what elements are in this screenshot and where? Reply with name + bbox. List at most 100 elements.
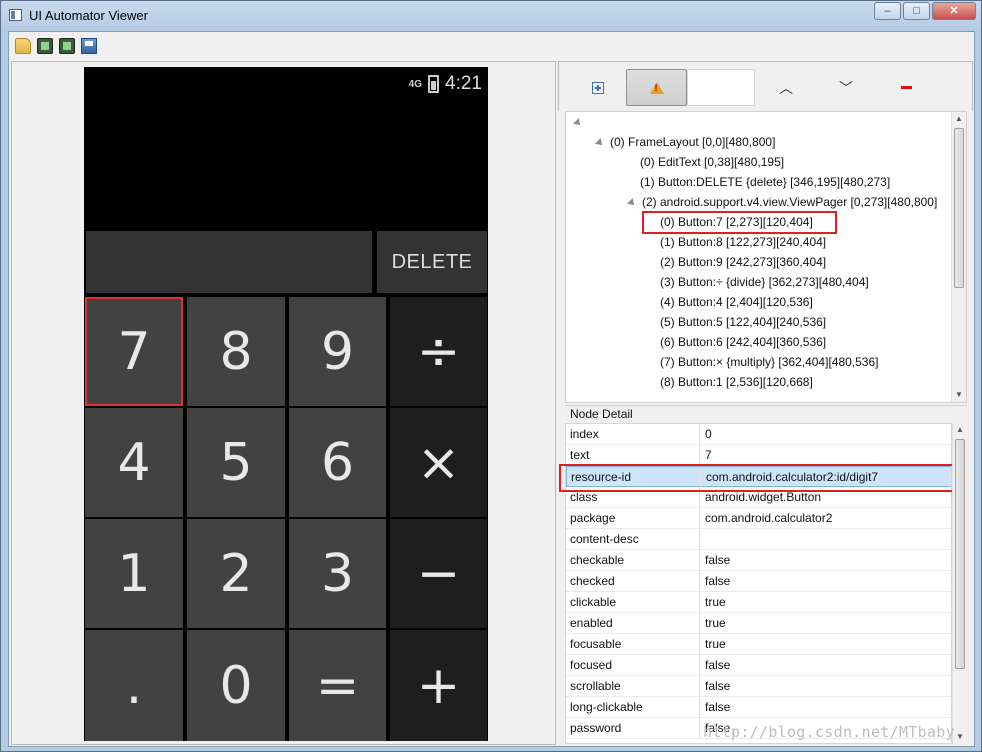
tree-scrollbar[interactable]: ▲ ▼ [951, 112, 966, 402]
detail-value: false [699, 550, 730, 570]
tree-node[interactable]: (5) Button:5 [122,404][240,536] [648, 312, 826, 332]
detail-row[interactable]: enabled true [566, 613, 951, 634]
detail-key: focusable [570, 637, 622, 651]
expand-all-button[interactable] [587, 69, 609, 106]
tree-node[interactable]: (0) EditText [0,38][480,195] [628, 152, 784, 172]
formula-field[interactable] [86, 231, 372, 293]
expander-icon[interactable] [595, 137, 605, 148]
next-node-button[interactable]: ﹀ [835, 69, 857, 106]
open-icon[interactable] [15, 38, 31, 54]
device-screenshot-compressed-icon[interactable] [59, 38, 75, 54]
tree-node[interactable]: (1) Button:DELETE {delete} [346,195][480… [628, 172, 890, 192]
tree-node[interactable]: (2) Button:9 [242,273][360,404] [648, 252, 826, 272]
detail-key: password [570, 721, 622, 735]
hierarchy-toolbar: ︿ ﹀ [558, 61, 973, 111]
clear-button[interactable] [895, 69, 917, 106]
key-14[interactable]: = [289, 630, 386, 741]
tree-node-label: (2) android.support.v4.view.ViewPager [0… [642, 195, 938, 209]
detail-row[interactable]: content-desc [566, 529, 951, 550]
hierarchy-tree[interactable]: (0) FrameLayout [0,0][480,800] (0) EditTe… [565, 111, 967, 403]
window-controls: – □ ✕ [874, 2, 976, 20]
watermark: http://blog.csdn.net/MTbaby [703, 723, 955, 741]
key-9[interactable]: 2 [187, 519, 285, 628]
tree-node-label: (3) Button:÷ {divide} [362,273][480,404] [660, 275, 869, 289]
key-11[interactable]: − [390, 519, 487, 628]
expander-icon[interactable] [627, 197, 637, 208]
key-12[interactable]: . [85, 630, 183, 741]
detail-row[interactable]: index 0 [566, 424, 951, 445]
detail-row[interactable]: clickable true [566, 592, 951, 613]
title-bar[interactable]: UI Automator Viewer – □ ✕ [1, 1, 981, 31]
tree-node[interactable]: (7) Button:× {multiply} [362,404][480,53… [648, 352, 878, 372]
tree-node[interactable]: (8) Button:1 [2,536][120,668] [648, 372, 813, 392]
hierarchy-pane: ︿ ﹀ (0) FrameLayout [0,0][480,800] (0) Ed… [558, 61, 974, 745]
key-15[interactable]: + [390, 630, 487, 741]
detail-row[interactable]: focused false [566, 655, 951, 676]
key-7[interactable]: × [390, 408, 487, 517]
prev-node-button[interactable]: ︿ [775, 69, 797, 106]
tree-node-label: (6) Button:6 [242,404][360,536] [660, 335, 827, 349]
detail-value: false [699, 655, 730, 675]
scroll-up-arrow[interactable]: ▲ [952, 112, 966, 126]
key-2[interactable]: 9 [289, 297, 386, 406]
device-screenshot-icon[interactable] [37, 38, 53, 54]
client-area: 4G 4:21 DELETE 7 8 9 ÷ 4 5 6 × 1 2 3−. 0 = + [8, 31, 975, 747]
tree-node[interactable]: (3) Button:÷ {divide} [362,273][480,404] [648, 272, 869, 292]
detail-row[interactable]: scrollable false [566, 676, 951, 697]
key-1[interactable]: 8 [187, 297, 285, 406]
maximize-button[interactable]: □ [903, 2, 930, 20]
key-6[interactable]: 6 [289, 408, 386, 517]
minimize-button[interactable]: – [874, 2, 901, 20]
detail-row[interactable]: text 7 [566, 445, 951, 466]
tree-node-label: (4) Button:4 [2,404][120,536] [660, 295, 813, 309]
detail-value: com.android.calculator2 [699, 508, 832, 528]
detail-key: focused [570, 658, 613, 672]
tree-node-label: (2) Button:9 [242,273][360,404] [660, 255, 827, 269]
detail-scroll-up-arrow[interactable]: ▲ [953, 423, 967, 437]
node-detail-panel: Node Detail index 0 text 7 resource-id com.an… [559, 405, 967, 745]
key-8[interactable]: 1 [85, 519, 183, 628]
detail-key: clickable [570, 595, 617, 609]
delete-button[interactable]: DELETE [377, 231, 487, 293]
detail-value: 7 [699, 445, 712, 465]
node-detail-title: Node Detail [570, 407, 633, 421]
app-icon [9, 9, 22, 21]
battery-icon [428, 75, 440, 93]
detail-row[interactable]: checkable false [566, 550, 951, 571]
key-3[interactable]: ÷ [390, 297, 487, 406]
tree-node[interactable]: (4) Button:4 [2,404][120,536] [648, 292, 813, 312]
tree-node-label: (0) FrameLayout [0,0][480,800] [610, 135, 776, 149]
tree-node-label: (8) Button:1 [2,536][120,668] [660, 375, 813, 389]
device-screenshot[interactable]: 4G 4:21 DELETE 7 8 9 ÷ 4 5 6 × 1 2 3−. 0 = + [84, 67, 488, 741]
toggle-nafs-button[interactable] [626, 69, 687, 106]
tree-node-label: (7) Button:× {multiply} [362,404][480,53… [660, 355, 879, 369]
detail-scroll-down-arrow[interactable]: ▼ [953, 730, 967, 744]
tree-node[interactable]: (0) FrameLayout [0,0][480,800] [595, 132, 776, 152]
detail-selection-highlight [559, 464, 959, 492]
detail-scroll-thumb[interactable] [955, 439, 965, 669]
tree-node[interactable]: (1) Button:8 [122,273][240,404] [648, 232, 826, 252]
tree-node-label: (0) EditText [0,38][480,195] [640, 155, 785, 169]
tree-node[interactable]: (2) android.support.v4.view.ViewPager [0… [627, 192, 938, 212]
key-5[interactable]: 5 [187, 408, 285, 517]
detail-key: package [570, 511, 616, 525]
tree-node[interactable]: (6) Button:6 [242,404][360,536] [648, 332, 826, 352]
save-icon[interactable] [81, 38, 97, 54]
detail-key: checkable [570, 553, 625, 567]
detail-scrollbar[interactable]: ▲ ▼ [952, 423, 967, 744]
screenshot-pane: 4G 4:21 DELETE 7 8 9 ÷ 4 5 6 × 1 2 3−. 0 = + [11, 61, 556, 745]
scroll-down-arrow[interactable]: ▼ [952, 388, 966, 402]
close-button[interactable]: ✕ [932, 2, 976, 20]
detail-row[interactable]: long-clickable false [566, 697, 951, 718]
key-13[interactable]: 0 [187, 630, 285, 741]
detail-row[interactable]: package com.android.calculator2 [566, 508, 951, 529]
tree-node[interactable] [573, 112, 588, 132]
detail-value: false [699, 571, 730, 591]
detail-row[interactable]: checked false [566, 571, 951, 592]
scroll-thumb[interactable] [954, 128, 964, 288]
key-10[interactable]: 3 [289, 519, 386, 628]
key-0[interactable]: 7 [85, 297, 183, 406]
expander-icon[interactable] [573, 117, 583, 128]
key-4[interactable]: 4 [85, 408, 183, 517]
detail-row[interactable]: focusable true [566, 634, 951, 655]
